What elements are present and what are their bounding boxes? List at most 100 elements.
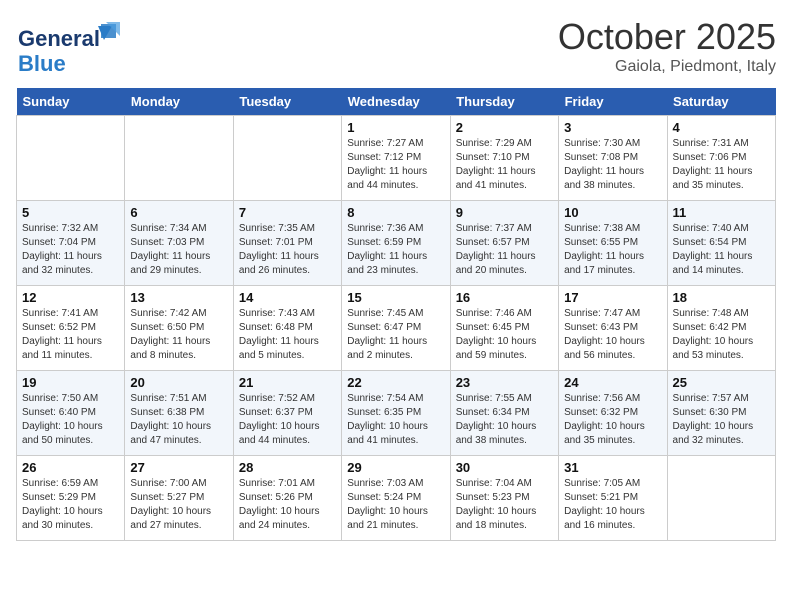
day-info: Sunrise: 7:52 AM Sunset: 6:37 PM Dayligh… [239, 392, 336, 448]
day-number: 18 [673, 290, 770, 305]
logo-blue-text: Blue [18, 53, 66, 75]
calendar-cell: 23Sunrise: 7:55 AM Sunset: 6:34 PM Dayli… [450, 371, 558, 456]
day-info: Sunrise: 7:50 AM Sunset: 6:40 PM Dayligh… [22, 392, 119, 448]
week-row-4: 19 Sunrise: 7:50 AM Sunset: 6:40 PM Dayli… [17, 371, 776, 456]
day-number: 30 [456, 460, 553, 475]
calendar-cell: 8Sunrise: 7:36 AM Sunset: 6:59 PM Daylig… [342, 201, 450, 286]
day-info: Sunrise: 7:32 AM Sunset: 7:04 PM Dayligh… [22, 222, 119, 278]
day-info: Sunrise: 7:48 AM Sunset: 6:42 PM Dayligh… [673, 307, 770, 363]
calendar-cell: 17Sunrise: 7:47 AM Sunset: 6:43 PM Dayli… [559, 286, 667, 371]
calendar-cell: 29 Sunrise: 7:03 AM Sunset: 5:24 PM Dayli… [342, 456, 450, 541]
col-header-monday: Monday [125, 88, 233, 116]
calendar-cell: 9 Sunrise: 7:37 AM Sunset: 6:57 PM Daylig… [450, 201, 558, 286]
day-info: Sunrise: 7:04 AM Sunset: 5:23 PM Dayligh… [456, 477, 553, 533]
day-info: Sunrise: 7:56 AM Sunset: 6:32 PM Dayligh… [564, 392, 661, 448]
day-number: 20 [130, 375, 227, 390]
day-number: 19 [22, 375, 119, 390]
calendar-cell: 26 Sunrise: 6:59 AM Sunset: 5:29 PM Dayli… [17, 456, 125, 541]
calendar-cell [125, 116, 233, 201]
logo: General Blue [16, 16, 121, 75]
day-number: 15 [347, 290, 444, 305]
day-number: 24 [564, 375, 661, 390]
day-info: Sunrise: 7:30 AM Sunset: 7:08 PM Dayligh… [564, 137, 661, 193]
calendar-cell: 7 Sunrise: 7:35 AM Sunset: 7:01 PM Daylig… [233, 201, 341, 286]
day-number: 5 [22, 205, 119, 220]
logo-general: General [16, 24, 121, 49]
calendar-cell: 24 Sunrise: 7:56 AM Sunset: 6:32 PM Dayli… [559, 371, 667, 456]
day-number: 17 [564, 290, 661, 305]
day-number: 29 [347, 460, 444, 475]
calendar-cell: 2Sunrise: 7:29 AM Sunset: 7:10 PM Daylig… [450, 116, 558, 201]
day-info: Sunrise: 7:37 AM Sunset: 6:57 PM Dayligh… [456, 222, 553, 278]
day-number: 4 [673, 120, 770, 135]
day-info: Sunrise: 7:29 AM Sunset: 7:10 PM Dayligh… [456, 137, 553, 193]
day-info: Sunrise: 7:00 AM Sunset: 5:27 PM Dayligh… [130, 477, 227, 533]
calendar-cell: 31 Sunrise: 7:05 AM Sunset: 5:21 PM Dayli… [559, 456, 667, 541]
day-number: 12 [22, 290, 119, 305]
week-row-5: 26 Sunrise: 6:59 AM Sunset: 5:29 PM Dayli… [17, 456, 776, 541]
calendar-cell: 13Sunrise: 7:42 AM Sunset: 6:50 PM Dayli… [125, 286, 233, 371]
col-header-tuesday: Tuesday [233, 88, 341, 116]
day-number: 28 [239, 460, 336, 475]
day-info: Sunrise: 7:51 AM Sunset: 6:38 PM Dayligh… [130, 392, 227, 448]
calendar-cell: 6 Sunrise: 7:34 AM Sunset: 7:03 PM Daylig… [125, 201, 233, 286]
day-info: Sunrise: 6:59 AM Sunset: 5:29 PM Dayligh… [22, 477, 119, 533]
day-number: 10 [564, 205, 661, 220]
calendar-cell: 12Sunrise: 7:41 AM Sunset: 6:52 PM Dayli… [17, 286, 125, 371]
day-number: 21 [239, 375, 336, 390]
calendar-cell [17, 116, 125, 201]
page-header: General Blue October 2025 Gaiola, Piedmo… [16, 16, 776, 76]
calendar-cell: 25 Sunrise: 7:57 AM Sunset: 6:30 PM Dayli… [667, 371, 775, 456]
day-info: Sunrise: 7:35 AM Sunset: 7:01 PM Dayligh… [239, 222, 336, 278]
col-header-sunday: Sunday [17, 88, 125, 116]
day-info: Sunrise: 7:57 AM Sunset: 6:30 PM Dayligh… [673, 392, 770, 448]
col-header-wednesday: Wednesday [342, 88, 450, 116]
calendar-cell: 28Sunrise: 7:01 AM Sunset: 5:26 PM Dayli… [233, 456, 341, 541]
location: Gaiola, Piedmont, Italy [558, 58, 776, 76]
day-info: Sunrise: 7:45 AM Sunset: 6:47 PM Dayligh… [347, 307, 444, 363]
calendar-cell: 11 Sunrise: 7:40 AM Sunset: 6:54 PM Dayli… [667, 201, 775, 286]
calendar-cell: 21 Sunrise: 7:52 AM Sunset: 6:37 PM Dayli… [233, 371, 341, 456]
col-header-friday: Friday [559, 88, 667, 116]
day-info: Sunrise: 7:27 AM Sunset: 7:12 PM Dayligh… [347, 137, 444, 193]
day-number: 7 [239, 205, 336, 220]
week-row-1: 1 Sunrise: 7:27 AM Sunset: 7:12 PM Daylig… [17, 116, 776, 201]
day-number: 1 [347, 120, 444, 135]
week-row-2: 5 Sunrise: 7:32 AM Sunset: 7:04 PM Daylig… [17, 201, 776, 286]
day-info: Sunrise: 7:46 AM Sunset: 6:45 PM Dayligh… [456, 307, 553, 363]
day-number: 27 [130, 460, 227, 475]
day-number: 6 [130, 205, 227, 220]
calendar-cell: 22 Sunrise: 7:54 AM Sunset: 6:35 PM Dayli… [342, 371, 450, 456]
day-info: Sunrise: 7:54 AM Sunset: 6:35 PM Dayligh… [347, 392, 444, 448]
calendar-cell: 15 Sunrise: 7:45 AM Sunset: 6:47 PM Dayli… [342, 286, 450, 371]
day-number: 9 [456, 205, 553, 220]
day-info: Sunrise: 7:36 AM Sunset: 6:59 PM Dayligh… [347, 222, 444, 278]
calendar-cell: 20 Sunrise: 7:51 AM Sunset: 6:38 PM Dayli… [125, 371, 233, 456]
calendar-cell: 27 Sunrise: 7:00 AM Sunset: 5:27 PM Dayli… [125, 456, 233, 541]
calendar-cell: 4 Sunrise: 7:31 AM Sunset: 7:06 PM Daylig… [667, 116, 775, 201]
day-number: 22 [347, 375, 444, 390]
day-info: Sunrise: 7:03 AM Sunset: 5:24 PM Dayligh… [347, 477, 444, 533]
col-header-thursday: Thursday [450, 88, 558, 116]
day-number: 25 [673, 375, 770, 390]
day-info: Sunrise: 7:40 AM Sunset: 6:54 PM Dayligh… [673, 222, 770, 278]
day-info: Sunrise: 7:43 AM Sunset: 6:48 PM Dayligh… [239, 307, 336, 363]
day-number: 16 [456, 290, 553, 305]
calendar-cell: 16 Sunrise: 7:46 AM Sunset: 6:45 PM Dayli… [450, 286, 558, 371]
calendar-table: SundayMondayTuesdayWednesdayThursdayFrid… [16, 88, 776, 541]
day-info: Sunrise: 7:34 AM Sunset: 7:03 PM Dayligh… [130, 222, 227, 278]
calendar-cell: 19 Sunrise: 7:50 AM Sunset: 6:40 PM Dayli… [17, 371, 125, 456]
day-number: 26 [22, 460, 119, 475]
calendar-cell: 10 Sunrise: 7:38 AM Sunset: 6:55 PM Dayli… [559, 201, 667, 286]
day-number: 14 [239, 290, 336, 305]
day-info: Sunrise: 7:31 AM Sunset: 7:06 PM Dayligh… [673, 137, 770, 193]
col-header-saturday: Saturday [667, 88, 775, 116]
day-number: 11 [673, 205, 770, 220]
day-info: Sunrise: 7:38 AM Sunset: 6:55 PM Dayligh… [564, 222, 661, 278]
calendar-cell: 18 Sunrise: 7:48 AM Sunset: 6:42 PM Dayli… [667, 286, 775, 371]
calendar-cell [667, 456, 775, 541]
day-number: 3 [564, 120, 661, 135]
day-info: Sunrise: 7:05 AM Sunset: 5:21 PM Dayligh… [564, 477, 661, 533]
title-block: October 2025 Gaiola, Piedmont, Italy [558, 16, 776, 76]
day-number: 31 [564, 460, 661, 475]
